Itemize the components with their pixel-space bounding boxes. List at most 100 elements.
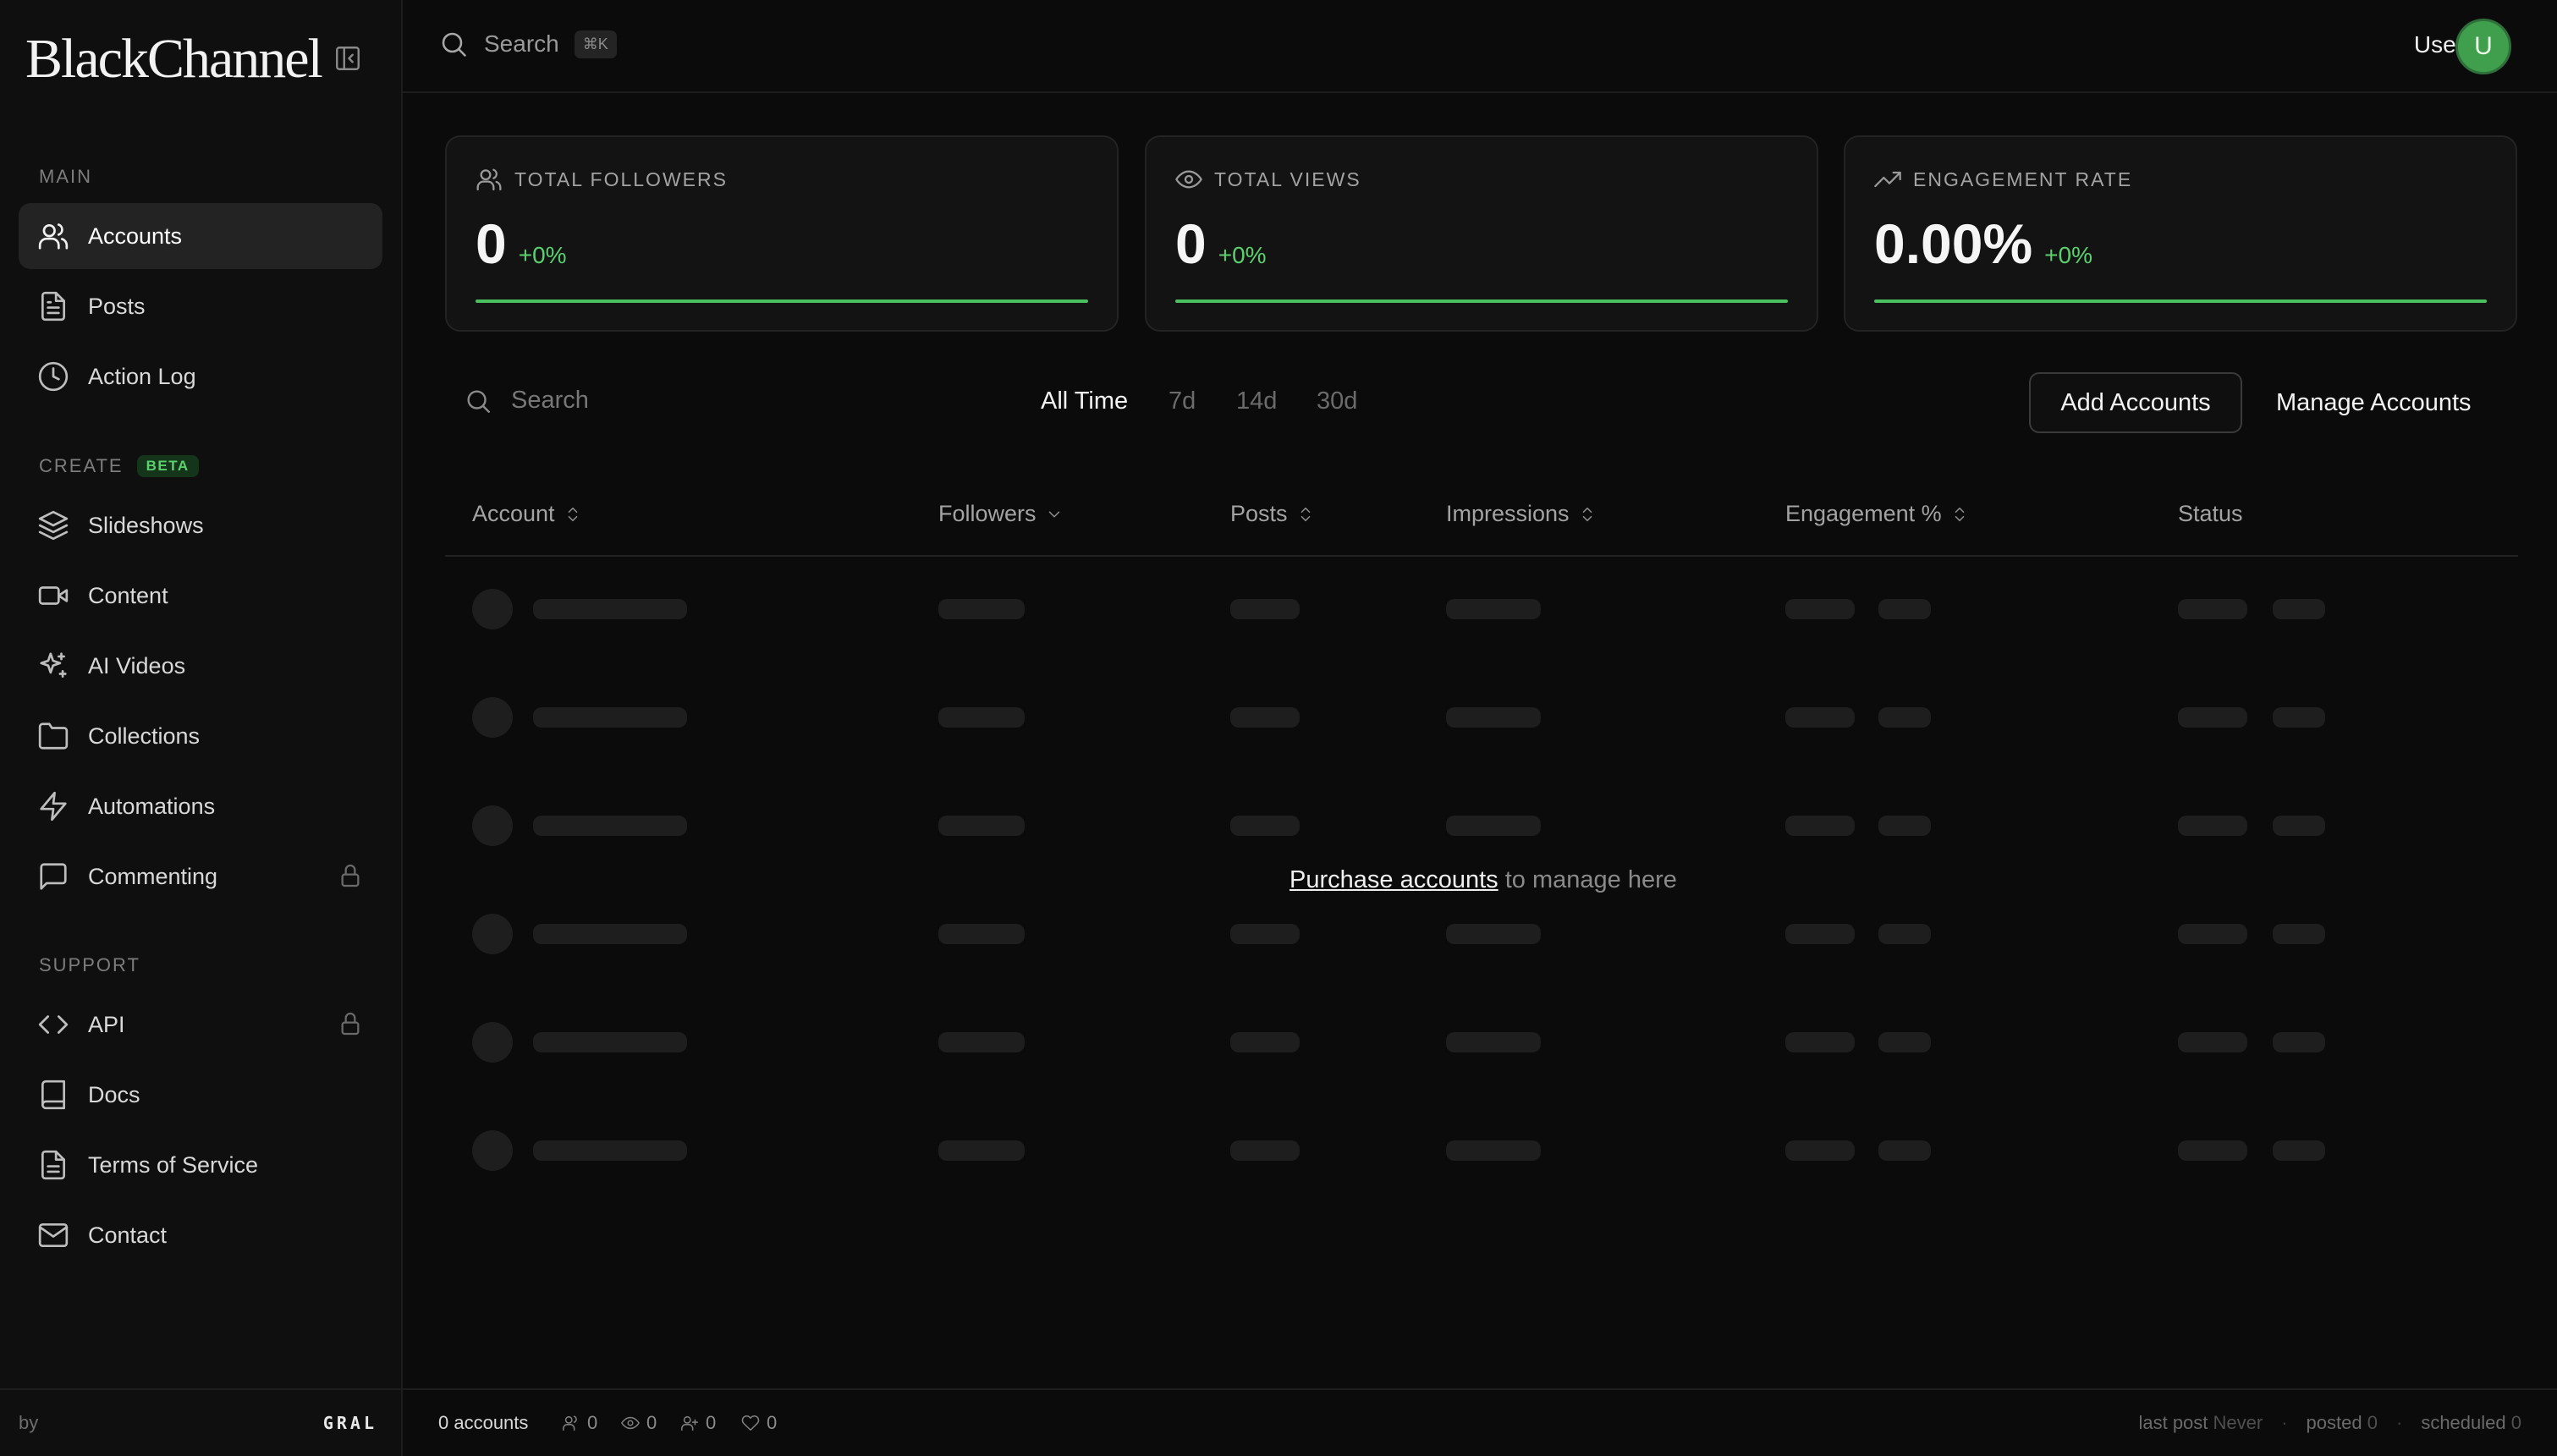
follows-stat: 0 — [680, 1412, 716, 1434]
sidebar-item-commenting[interactable]: Commenting — [19, 843, 382, 909]
stat-progress-fill — [1175, 299, 1788, 303]
skeleton-bar — [533, 707, 687, 728]
sidebar-item-content[interactable]: Content — [19, 563, 382, 629]
video-icon — [37, 580, 69, 612]
sidebar-collapse-icon[interactable] — [333, 44, 362, 73]
range-tab-all-time[interactable]: All Time — [1041, 387, 1128, 415]
accounts-search-input[interactable] — [509, 386, 936, 415]
skeleton-avatar — [472, 1022, 513, 1063]
last-post-label: last post — [2138, 1412, 2208, 1433]
column-header-followers[interactable]: Followers — [938, 501, 1064, 527]
skeleton-bar — [2178, 924, 2247, 944]
purchase-accounts-link[interactable]: Purchase accounts — [1289, 866, 1498, 893]
avatar[interactable]: U — [2455, 19, 2511, 74]
skeleton-bar — [1230, 1140, 1300, 1161]
users-icon — [37, 220, 69, 252]
sidebar-item-automations[interactable]: Automations — [19, 773, 382, 839]
skeleton-bar — [1878, 816, 1931, 836]
stat-card-total-views: TOTAL VIEWS 0 +0% — [1145, 135, 1818, 332]
global-search[interactable]: Search ⌘K — [438, 29, 617, 59]
lock-icon — [337, 862, 364, 889]
stat-delta: +0% — [1218, 242, 1267, 268]
range-tab-14d[interactable]: 14d — [1236, 387, 1277, 415]
skeleton-bar — [2178, 1032, 2247, 1052]
posted-status: posted 0 — [2307, 1412, 2378, 1434]
last-post-status: last post Never — [2138, 1412, 2263, 1434]
lock-icon — [337, 1010, 364, 1037]
brand-logo[interactable]: BlackChannel — [25, 27, 323, 91]
skeleton-bar — [1446, 1032, 1541, 1052]
stat-card-total-followers: TOTAL FOLLOWERS 0 +0% — [445, 135, 1119, 332]
code-icon — [37, 1008, 69, 1041]
skeleton-bar — [1785, 707, 1855, 728]
status-summary: last post Never · posted 0 · scheduled 0 — [2138, 1412, 2521, 1434]
sidebar-item-label: Content — [88, 582, 168, 608]
skeleton-bar — [1785, 599, 1855, 619]
sidebar-item-posts[interactable]: Posts — [19, 273, 382, 339]
last-post-value: Never — [2213, 1412, 2263, 1433]
skeleton-bar — [2273, 816, 2325, 836]
sort-icon — [1296, 505, 1315, 524]
sidebar-item-collections[interactable]: Collections — [19, 703, 382, 769]
skeleton-bar — [1446, 924, 1541, 944]
sidebar-item-terms-of-service[interactable]: Terms of Service — [19, 1132, 382, 1198]
column-label: Impressions — [1446, 501, 1570, 526]
skeleton-row — [445, 772, 2518, 880]
accounts-search[interactable] — [464, 386, 936, 415]
range-tab-30d[interactable]: 30d — [1317, 387, 1357, 415]
sidebar-item-label: API — [88, 1011, 125, 1037]
empty-state-message: Purchase accounts to manage here — [1289, 866, 1677, 894]
sidebar-item-accounts[interactable]: Accounts — [19, 203, 382, 269]
trending-up-icon — [1874, 166, 1901, 193]
skeleton-bar — [533, 1140, 687, 1161]
layers-icon — [37, 509, 69, 541]
skeleton-bar — [1230, 924, 1300, 944]
range-tab-7d[interactable]: 7d — [1169, 387, 1196, 415]
column-header-status[interactable]: Status — [2178, 501, 2243, 527]
stat-progress-fill — [1874, 299, 2487, 303]
column-header-account[interactable]: Account — [472, 501, 582, 527]
stat-label: TOTAL VIEWS — [1214, 168, 1361, 190]
scheduled-value: 0 — [2510, 1412, 2521, 1433]
skeleton-avatar — [472, 589, 513, 629]
sidebar-item-docs[interactable]: Docs — [19, 1062, 382, 1128]
skeleton-bar — [938, 707, 1025, 728]
section-label: SUPPORT — [39, 954, 140, 975]
heart-icon — [741, 1414, 760, 1432]
skeleton-bar — [1785, 924, 1855, 944]
column-header-engagement[interactable]: Engagement % — [1785, 501, 1969, 527]
sidebar-item-action-log[interactable]: Action Log — [19, 343, 382, 409]
sidebar-item-label: Accounts — [88, 223, 183, 249]
stat-value: 0.00% — [1874, 212, 2033, 275]
skeleton-bar — [533, 924, 687, 944]
sidebar-item-label: Automations — [88, 793, 216, 819]
skeleton-avatar — [472, 1130, 513, 1171]
section-main-heading: MAIN — [39, 166, 92, 188]
skeleton-bar — [533, 599, 687, 619]
skeleton-bar — [938, 816, 1025, 836]
beta-badge: BETA — [136, 455, 199, 477]
manage-accounts-button[interactable]: Manage Accounts — [2276, 372, 2472, 433]
sidebar-item-api[interactable]: API — [19, 992, 382, 1058]
sidebar-item-label: AI Videos — [88, 652, 186, 679]
zap-icon — [37, 790, 69, 822]
column-header-posts[interactable]: Posts — [1230, 501, 1315, 527]
sidebar-item-ai-videos[interactable]: AI Videos — [19, 633, 382, 699]
column-header-impressions[interactable]: Impressions — [1446, 501, 1597, 527]
sidebar-item-slideshows[interactable]: Slideshows — [19, 492, 382, 558]
users-icon — [476, 166, 503, 193]
table-header: Account Followers Posts Impressions Enga… — [445, 491, 2518, 557]
skeleton-bar — [1878, 707, 1931, 728]
add-accounts-button[interactable]: Add Accounts — [2029, 372, 2242, 433]
stat-label: TOTAL FOLLOWERS — [514, 168, 728, 190]
skeleton-bar — [2178, 707, 2247, 728]
gral-logo[interactable]: GRAL — [323, 1413, 377, 1433]
skeleton-bar — [2273, 707, 2325, 728]
sidebar: BlackChannel MAIN Accounts Posts Action … — [0, 0, 403, 1456]
skeleton-row — [445, 1096, 2518, 1205]
stat-delta: +0% — [518, 242, 567, 268]
posted-value: 0 — [2367, 1412, 2378, 1433]
account-count: 0 accounts — [438, 1412, 529, 1433]
sidebar-item-contact[interactable]: Contact — [19, 1202, 382, 1268]
skeleton-bar — [1230, 1032, 1300, 1052]
